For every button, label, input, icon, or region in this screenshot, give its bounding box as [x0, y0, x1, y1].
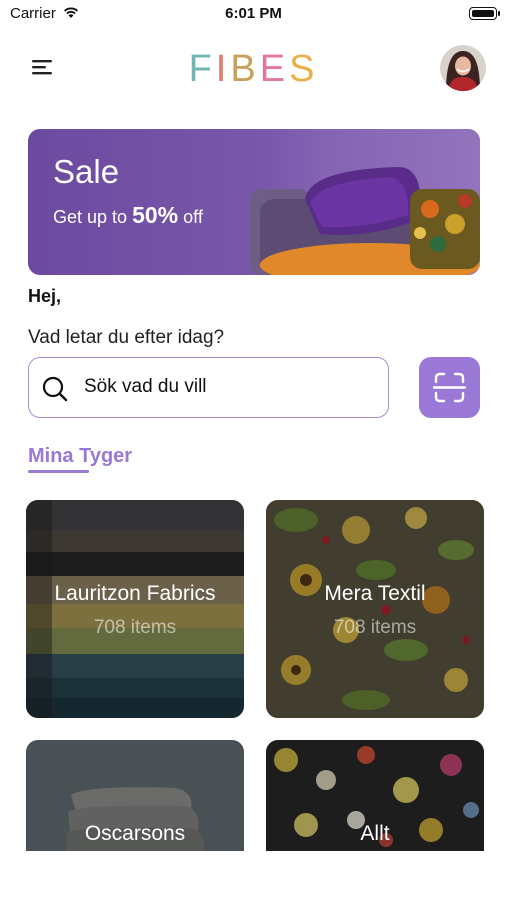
card-item-count: 708 items [333, 617, 417, 638]
battery-icon [469, 7, 500, 20]
avatar[interactable] [440, 45, 486, 91]
collection-card-mera-textil[interactable]: Mera Textil 708 items [266, 500, 484, 718]
collection-card-allt[interactable]: Allt [266, 740, 484, 851]
status-bar: Carrier 6:01 PM [0, 0, 507, 30]
card-overlay [26, 500, 244, 718]
card-overlay [266, 500, 484, 718]
greeting-text: Hej, [28, 286, 62, 306]
search-prompt: Vad letar du efter idag? [28, 327, 225, 348]
scan-icon [433, 372, 466, 403]
logo-letter: F [188, 48, 216, 90]
card-title: Allt [360, 822, 390, 845]
card-title: Lauritzon Fabrics [54, 582, 216, 605]
search-bar[interactable] [28, 357, 389, 418]
collection-card-lauritzon[interactable]: Lauritzon Fabrics 708 items [26, 500, 244, 718]
card-item-count: 708 items [93, 617, 177, 638]
logo-letter: B [230, 48, 260, 90]
banner-title: Sale [53, 153, 120, 190]
search-input[interactable] [84, 358, 374, 416]
logo-letter: E [259, 48, 290, 90]
search-icon [42, 376, 68, 402]
app-logo: FIBES [0, 48, 507, 91]
sofa-image [250, 129, 480, 275]
banner-subtitle: Get up to 50% off [53, 202, 203, 229]
user-avatar-icon [440, 45, 486, 91]
card-title: Mera Textil [324, 582, 426, 605]
card-title: Oscarsons [84, 822, 186, 845]
banner-discount: 50% [132, 202, 179, 228]
clock: 6:01 PM [225, 5, 282, 22]
collection-card-oscarsons[interactable]: Oscarsons [26, 740, 244, 851]
banner-subtitle-prefix: Get up to [53, 207, 128, 227]
scan-button[interactable] [419, 357, 480, 418]
sale-banner[interactable]: Sale Get up to 50% off [28, 129, 480, 275]
logo-letter: I [215, 48, 231, 90]
tab-mina-tyger[interactable]: Mina Tyger [28, 445, 132, 468]
tab-indicator [28, 470, 89, 473]
banner-subtitle-suffix: off [183, 207, 203, 227]
logo-letter: S [289, 48, 319, 90]
